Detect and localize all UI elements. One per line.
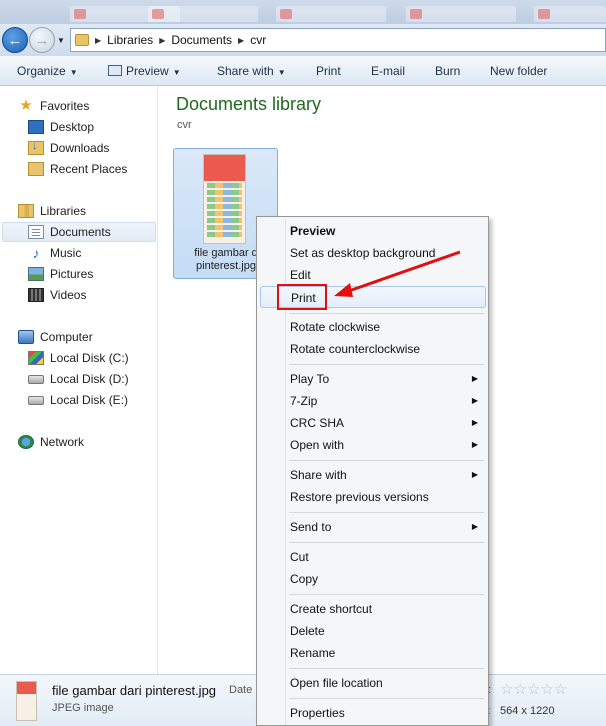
annotation-arrow-icon: [334, 250, 461, 297]
